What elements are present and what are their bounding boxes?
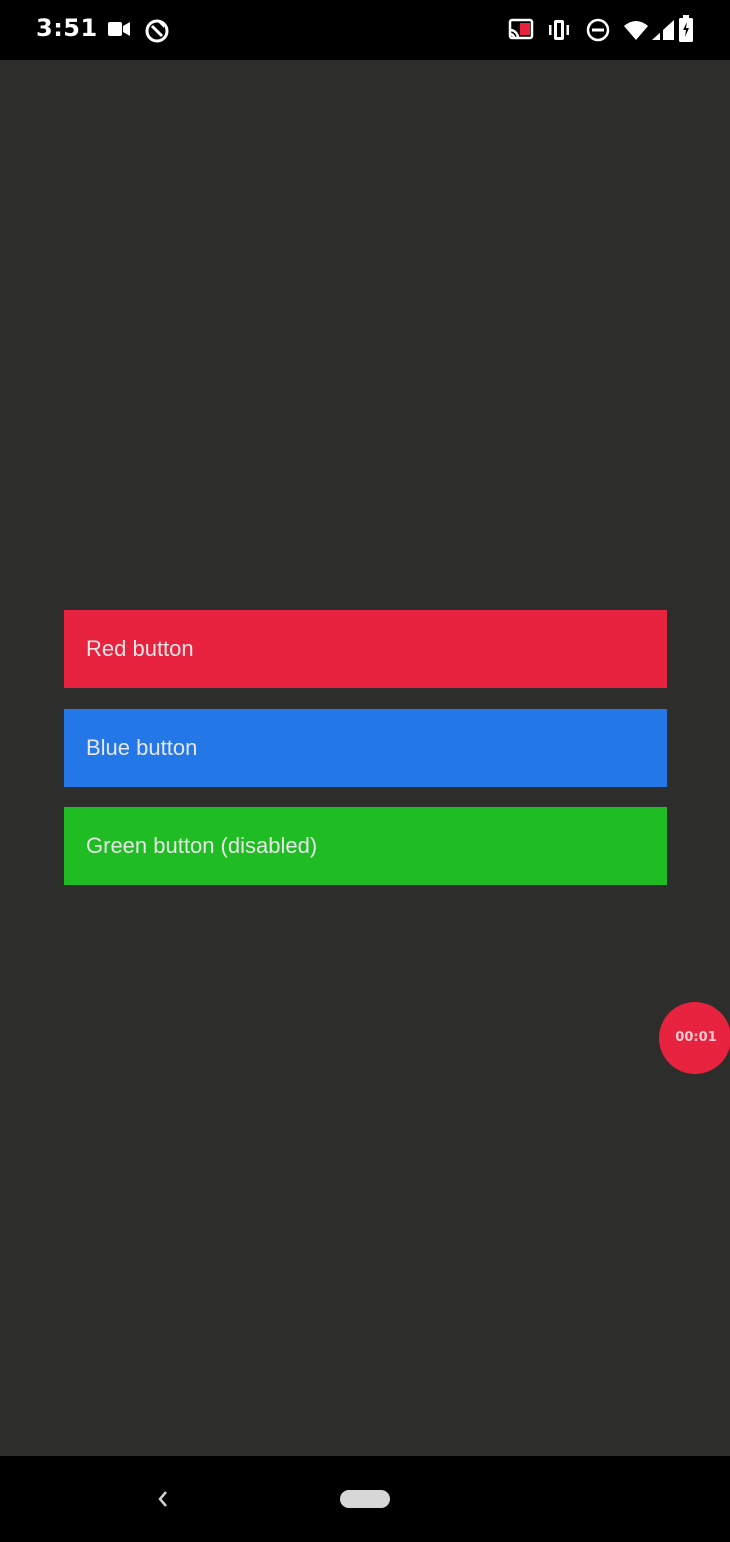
app-screen: 3:51 Red button Blue button Green button… xyxy=(0,0,730,1542)
recording-timer-badge[interactable]: 00:01 xyxy=(659,1002,730,1074)
green-button-disabled: Green button (disabled) xyxy=(64,807,667,885)
red-button[interactable]: Red button xyxy=(64,610,667,688)
back-icon[interactable] xyxy=(154,1486,172,1516)
status-time: 3:51 xyxy=(36,14,98,42)
wifi-icon xyxy=(622,18,676,48)
green-button-label: Green button (disabled) xyxy=(86,833,318,858)
blue-button-label: Blue button xyxy=(86,735,198,760)
sync-icon xyxy=(144,18,170,48)
home-pill-icon[interactable] xyxy=(340,1490,390,1508)
status-bar: 3:51 xyxy=(0,0,730,60)
blue-button[interactable]: Blue button xyxy=(64,709,667,787)
cast-icon xyxy=(508,18,534,46)
timer-label: 00:01 xyxy=(675,1030,717,1045)
navigation-bar xyxy=(0,1456,730,1542)
battery-icon xyxy=(678,15,694,47)
red-button-label: Red button xyxy=(86,636,194,661)
vibrate-icon xyxy=(546,18,572,46)
video-camera-icon xyxy=(108,21,130,41)
do-not-disturb-icon xyxy=(586,18,610,46)
